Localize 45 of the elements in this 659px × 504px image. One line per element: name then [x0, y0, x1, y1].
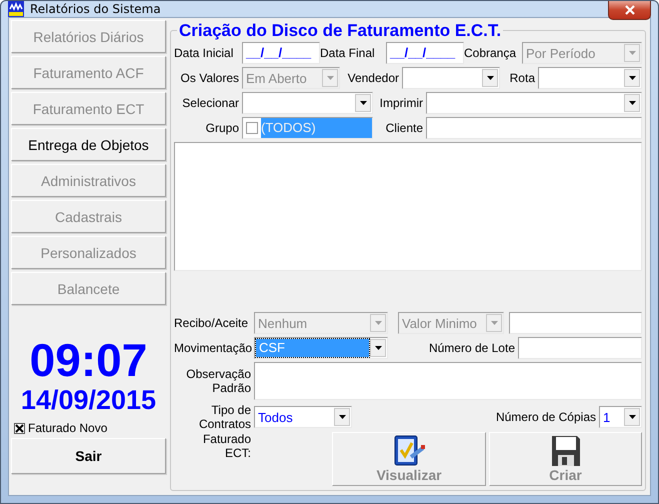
field-label: Cliente	[384, 121, 424, 135]
dropdown[interactable]: 1	[599, 406, 642, 428]
field-label: Imprimir	[378, 96, 424, 110]
text-field[interactable]	[518, 337, 642, 359]
field-label: Movimentação	[174, 341, 254, 355]
window-title: Relatórios do Sistema	[30, 2, 161, 16]
date-field[interactable]: __/__/____	[386, 42, 464, 64]
field-label: Observação Padrão	[185, 367, 252, 395]
text-area[interactable]	[254, 362, 642, 400]
text-field[interactable]	[426, 117, 642, 139]
checklist-box[interactable]: (TODOS)	[242, 117, 373, 139]
dropdown[interactable]	[426, 92, 642, 114]
field-label: Recibo/Aceite	[174, 316, 250, 330]
field-label: Selecionar	[181, 96, 240, 110]
field-label: Número de Lote	[428, 341, 516, 355]
close-button[interactable]	[608, 1, 651, 20]
group-title: Criação do Disco de Faturamento E.C.T.	[177, 21, 504, 40]
nav-button[interactable]: Entrega de Objetos	[11, 128, 166, 161]
field-label: Rota	[508, 71, 536, 85]
close-icon	[624, 5, 636, 15]
checkbox-label: Faturado Novo	[28, 421, 108, 435]
field-label: Os Valores	[180, 71, 240, 85]
checkbox[interactable]	[246, 122, 258, 134]
field-label: Grupo	[204, 121, 240, 135]
exit-button[interactable]: Sair	[11, 438, 166, 474]
checklist-icon	[392, 435, 426, 467]
text-field[interactable]	[509, 312, 642, 334]
dropdown[interactable]	[538, 67, 642, 89]
date-field[interactable]: __/__/____	[242, 42, 320, 64]
field-label: Faturado ECT:	[202, 432, 252, 460]
field-label: Data Final	[320, 46, 376, 60]
field-label: Número de Cópias	[494, 410, 597, 424]
field-label: Tipo de Contratos	[198, 403, 252, 431]
dropdown[interactable]: Todos	[254, 406, 352, 428]
clock-date: 14/09/2015	[20, 385, 158, 415]
field-label: Cobrança	[464, 46, 518, 60]
field-label: Vendedor	[346, 71, 400, 85]
dropdown[interactable]	[402, 67, 500, 89]
field-label: Data Inicial	[174, 46, 234, 60]
list-option[interactable]: (TODOS)	[261, 118, 372, 138]
dropdown[interactable]: CSF	[254, 337, 388, 359]
clock-time: 09:07	[28, 335, 148, 385]
dropdown[interactable]	[242, 92, 373, 114]
app-logo-icon	[8, 1, 24, 17]
checkbox[interactable]	[14, 422, 25, 434]
